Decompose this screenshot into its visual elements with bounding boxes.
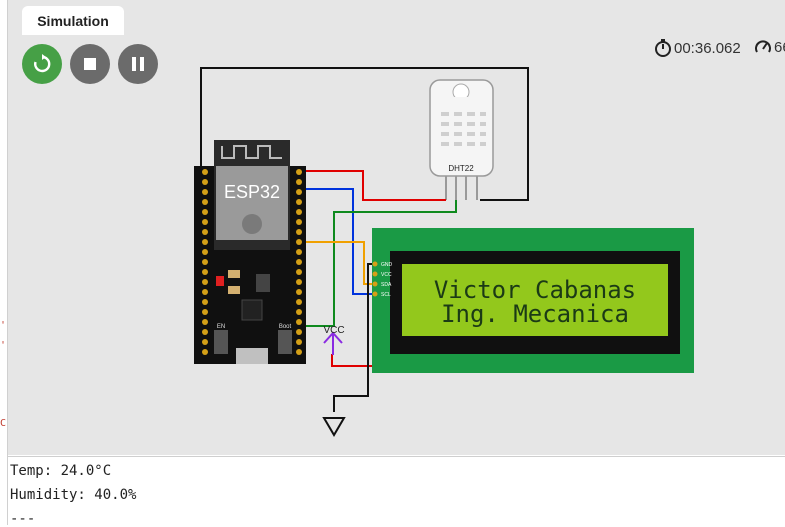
dht22-sensor[interactable]: DHT22 <box>429 79 494 200</box>
lcd-line-2: Ing. Mecanica <box>441 300 629 328</box>
restart-button[interactable] <box>22 44 62 84</box>
speedometer-icon <box>755 40 771 53</box>
dht-vcc-wire[interactable] <box>302 170 446 201</box>
speed-value: 66 <box>774 38 785 56</box>
lcd-pin-sda: SDA <box>381 282 392 288</box>
vcc-label: VCC <box>323 325 344 336</box>
simulation-speed: 66 <box>754 38 785 56</box>
lcd-display[interactable]: Victor Cabanas Ing. Mecanica GND VCC SDA… <box>372 228 694 373</box>
stop-button[interactable] <box>70 44 110 84</box>
esp32-label: ESP32 <box>224 182 280 202</box>
stop-icon <box>84 58 96 70</box>
editor-edge-mark: ' <box>0 340 7 351</box>
simulation-canvas: DHT22 VCC ESP32 EN Boot Victor Cabanas I… <box>8 0 785 455</box>
serial-monitor[interactable]: Temp: 24.0°C Humidity: 40.0% --- <box>8 456 785 527</box>
vcc-symbol[interactable]: VCC <box>323 325 345 355</box>
restart-icon <box>34 54 51 73</box>
elapsed-time: 00:36.062 <box>674 39 741 57</box>
lcd-pin-gnd: GND <box>381 262 393 268</box>
boot-button-label: Boot <box>279 324 292 330</box>
pause-button[interactable] <box>118 44 158 84</box>
esp32-board[interactable]: ESP32 EN Boot <box>194 140 306 364</box>
stopwatch-icon <box>655 39 671 57</box>
editor-edge-mark: ' <box>0 320 7 331</box>
editor-edge-panel: ' ' C <box>0 0 8 525</box>
editor-edge-mark: C <box>0 418 7 429</box>
en-button-label: EN <box>217 324 225 330</box>
dht22-label: DHT22 <box>448 164 474 173</box>
lcd-pin-vcc: VCC <box>381 272 392 278</box>
pause-icon <box>132 57 144 71</box>
console-line: Temp: 24.0°C <box>10 463 112 479</box>
console-line: Humidity: 40.0% <box>10 487 137 503</box>
lcd-pin-scl: SCL <box>381 292 391 298</box>
simulation-timer: 00:36.062 <box>654 38 741 58</box>
ground-symbol[interactable] <box>322 417 346 437</box>
tab-simulation[interactable]: Simulation <box>22 6 124 35</box>
